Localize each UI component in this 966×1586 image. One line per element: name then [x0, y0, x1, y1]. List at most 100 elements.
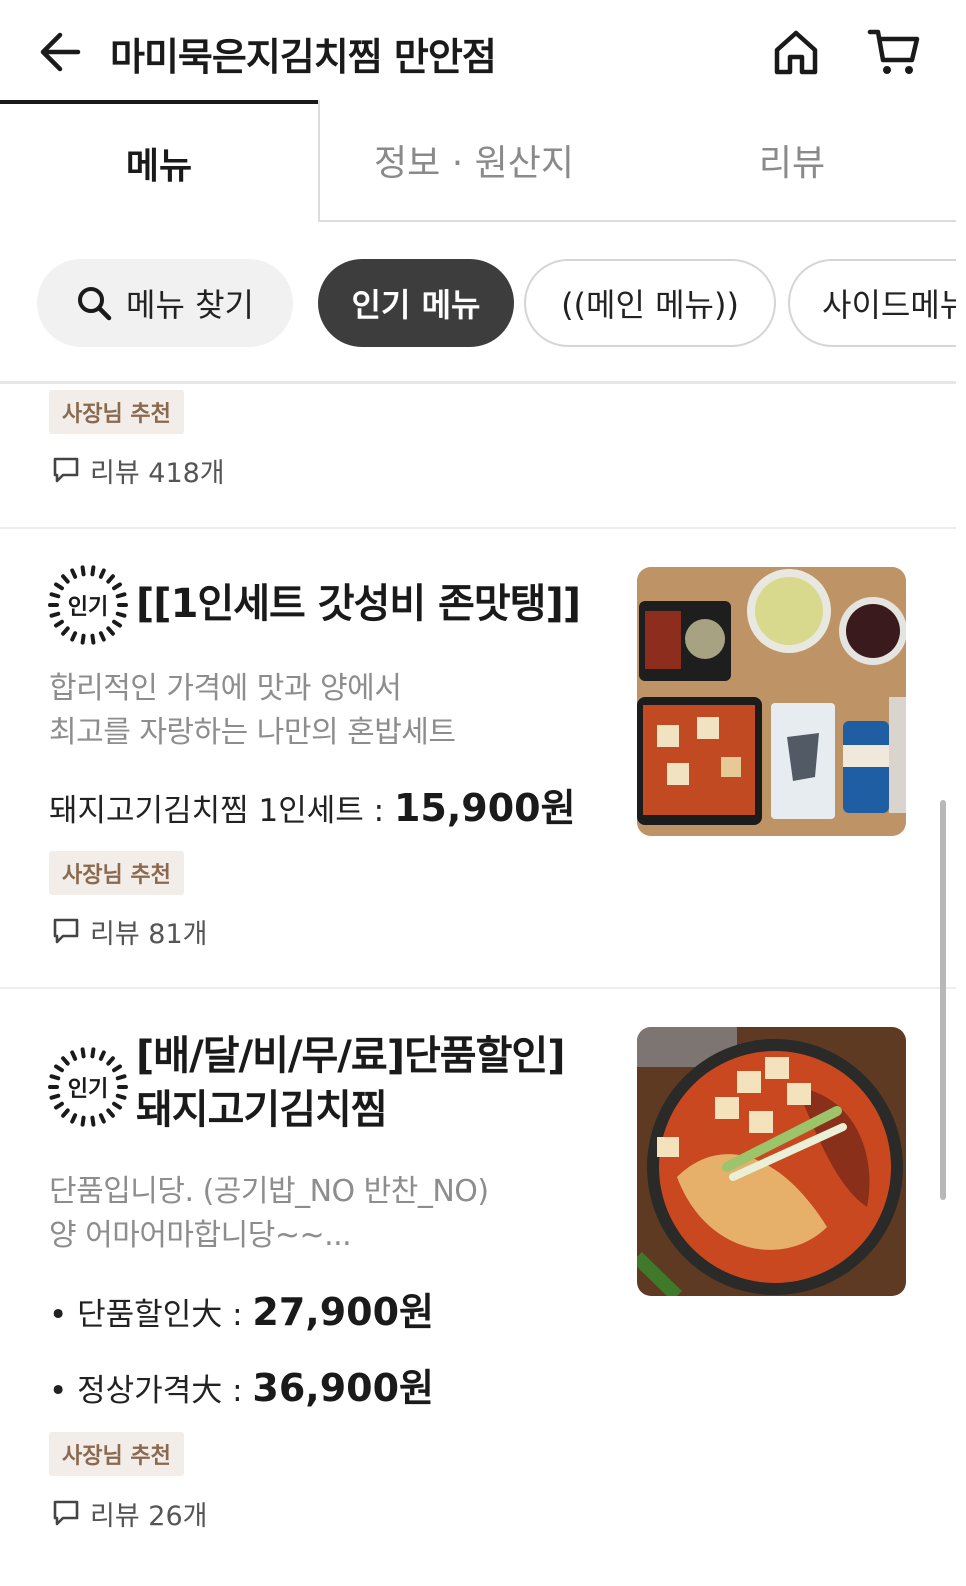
description-line: 합리적인 가격에 맛과 양에서 [49, 671, 402, 706]
review-count: 리뷰 418개 [52, 450, 225, 490]
chip-main-menu[interactable]: ((메인 메뉴)) [524, 259, 776, 347]
description-line: 양 어마어마합니당~~... [49, 1218, 352, 1253]
description-line: 단품입니당. (공기밥_NO 반찬_NO) [49, 1174, 489, 1209]
popular-ray [54, 1064, 64, 1073]
menu-item-photo [637, 1027, 906, 1296]
popular-ray [49, 592, 61, 599]
home-icon [774, 30, 818, 75]
owner-recommend-badge: 사장님 추천 [49, 390, 184, 434]
owner-recommend-badge: 사장님 추천 [49, 851, 184, 895]
chips-divider [0, 381, 956, 384]
menu-item-single-discount[interactable]: 인기 [배/달/비/무/료]단품할인] 돼지고기김치찜 단품입니당. (공기밥_… [0, 989, 956, 1569]
popular-ray [61, 1056, 70, 1066]
popular-ray [106, 626, 115, 636]
popular-ray [54, 1101, 64, 1110]
popular-ray [90, 1115, 96, 1127]
popular-ray [106, 574, 115, 584]
popular-label: 인기 [68, 1077, 108, 1102]
popular-ray [49, 1093, 61, 1100]
chip-popular-menu[interactable]: 인기 메뉴 [318, 259, 514, 347]
popular-ray [70, 631, 78, 642]
price-label: 돼지고기김치찜 1인세트 : [49, 793, 394, 829]
menu-item-name: [[1인세트 갓성비 존맛탱]] [136, 581, 581, 627]
popular-ray [115, 611, 127, 618]
menu-item-name-line: [배/달/비/무/료]단품할인] [136, 1033, 565, 1079]
popular-ray [112, 1101, 122, 1110]
popular-ray [70, 1113, 78, 1124]
price-value: 36,900원 [252, 1366, 434, 1410]
popular-ray [106, 1108, 115, 1118]
popular-ray [112, 619, 122, 628]
tab-review[interactable]: 리뷰 [628, 100, 956, 222]
popular-ray [49, 1074, 61, 1081]
review-count: 리뷰 81개 [52, 911, 207, 951]
review-count-text: 리뷰 26개 [90, 1500, 208, 1532]
popular-ray [112, 582, 122, 591]
popular-badge-icon: 인기 [48, 1047, 128, 1127]
popular-ray [70, 568, 78, 579]
comment-icon [53, 1500, 79, 1526]
popular-ray [90, 1047, 96, 1059]
review-count: 리뷰 26개 [52, 1493, 207, 1533]
menu-item-name: [배/달/비/무/료]단품할인] 돼지고기김치찜 [136, 1029, 565, 1137]
comment-icon [53, 918, 79, 944]
popular-ray [61, 1108, 70, 1118]
scrollbar[interactable] [940, 800, 946, 1200]
price-value: 27,900원 [252, 1290, 434, 1334]
popular-ray [90, 565, 96, 577]
popular-ray [49, 611, 61, 618]
popular-ray [112, 1064, 122, 1073]
header: 마미묵은지김치찜 만안점 [0, 0, 966, 102]
review-count-text: 리뷰 81개 [90, 918, 208, 950]
popular-badge-icon: 인기 [48, 565, 128, 645]
comment-icon [53, 457, 79, 483]
review-count-text: 리뷰 418개 [90, 457, 225, 489]
cart-icon [867, 29, 920, 74]
popular-ray [70, 1050, 78, 1061]
owner-recommend-badge: 사장님 추천 [49, 1432, 184, 1476]
popular-ray [115, 1093, 127, 1100]
popular-ray [106, 1056, 115, 1066]
popular-ray [98, 568, 106, 579]
popular-ray [90, 633, 96, 645]
tab-bar: 메뉴 정보 · 원산지 리뷰 [0, 100, 956, 222]
price-line: • 정상가격大 : 36,900원 [49, 1357, 434, 1412]
popular-ray [80, 633, 86, 645]
menu-item-name-line: 돼지고기김치찜 [136, 1087, 388, 1133]
menu-item-photo [637, 567, 906, 836]
tab-info-origin[interactable]: 정보 · 원산지 [318, 100, 628, 222]
price-value: 15,900원 [393, 786, 576, 830]
popular-ray [98, 631, 106, 642]
description-line: 최고를 자랑하는 나만의 혼밥세트 [49, 715, 456, 750]
cart-button[interactable] [866, 26, 922, 78]
tab-menu[interactable]: 메뉴 [0, 100, 318, 222]
menu-search-label: 메뉴 찾기 [126, 286, 254, 324]
price-label: • 단품할인大 : [49, 1297, 253, 1333]
popular-ray [54, 619, 64, 628]
back-button[interactable] [36, 28, 84, 76]
menu-item-description: 합리적인 가격에 맛과 양에서 최고를 자랑하는 나만의 혼밥세트 [49, 667, 456, 755]
popular-ray [80, 565, 86, 577]
popular-ray [80, 1047, 86, 1059]
popular-ray [80, 1115, 86, 1127]
price-line: • 단품할인大 : 27,900원 [49, 1281, 434, 1336]
popular-ray [61, 626, 70, 636]
menu-search-chip[interactable]: 메뉴 찾기 [37, 259, 293, 347]
popular-ray [98, 1113, 106, 1124]
search-icon [78, 287, 112, 321]
popular-ray [98, 1050, 106, 1061]
popular-ray [54, 582, 64, 591]
popular-ray [115, 1074, 127, 1081]
chip-side-menu[interactable]: 사이드메뉴 [788, 259, 956, 347]
category-chips: 메뉴 찾기 인기 메뉴 ((메인 메뉴)) 사이드메뉴 [0, 256, 956, 350]
price-label: • 정상가격大 : [49, 1373, 253, 1409]
menu-item-1-person-set[interactable]: 인기 [[1인세트 갓성비 존맛탱]] 합리적인 가격에 맛과 양에서 최고를 … [0, 529, 956, 987]
home-button[interactable] [770, 26, 822, 78]
store-title: 마미묵은지김치찜 만안점 [110, 35, 497, 79]
arrow-left-icon [40, 32, 81, 72]
menu-item-description: 단품입니당. (공기밥_NO 반찬_NO) 양 어마어마합니당~~... [49, 1170, 489, 1258]
popular-ray [115, 592, 127, 599]
price-line: 돼지고기김치찜 1인세트 : 15,900원 [49, 777, 576, 832]
popular-ray [61, 574, 70, 584]
popular-label: 인기 [68, 595, 108, 620]
